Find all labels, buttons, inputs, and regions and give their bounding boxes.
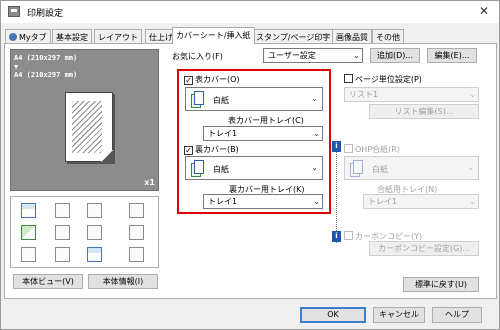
paper-type-icon [191, 160, 205, 177]
box-icon[interactable] [87, 247, 102, 262]
info-icon: i [332, 231, 341, 242]
title-bar: 印刷設定 ✕ [1, 1, 499, 23]
printer-icon [8, 6, 20, 17]
print-settings-dialog: 印刷設定 ✕ Myタブ 基本設定 レイアウト 仕上げ カバーシート/挿入紙 スタ… [0, 0, 500, 330]
paper-type-icon [191, 91, 205, 108]
tab-stamp[interactable]: スタンプ/ページ印字 [252, 29, 335, 43]
tab-mytab[interactable]: Myタブ [5, 29, 51, 43]
combine-icon[interactable] [55, 203, 70, 218]
stamp-icon[interactable] [87, 225, 102, 240]
back-cover-checkbox[interactable]: ✓ 裏カバー(B) [184, 144, 239, 155]
preview-page-fold [101, 150, 113, 162]
info-icon: i [332, 141, 341, 152]
preview-arrow: ▼ [14, 63, 19, 71]
settings-icon[interactable] [129, 247, 144, 262]
help-button[interactable]: ヘルプ [432, 307, 482, 323]
chevron-down-icon: ⌄ [469, 197, 476, 206]
ohp-tray-select[interactable]: トレイ1 ⌄ [363, 194, 479, 209]
back-cover-tray: トレイ1 [208, 197, 238, 206]
preview-page-content [72, 101, 102, 153]
group-connector-line [336, 143, 337, 243]
edit-favorite-button[interactable]: 編集(E)... [427, 48, 477, 63]
add-favorite-button[interactable]: 追加(D)... [370, 48, 420, 63]
tab-image-quality[interactable]: 画像品質 [332, 29, 372, 43]
cover-icon[interactable] [21, 225, 36, 240]
tab-cover-insert[interactable]: カバーシート/挿入紙 [172, 27, 255, 44]
device-view-button[interactable]: 本体ビュー(V) [13, 274, 83, 289]
checkbox-unchecked-icon [344, 231, 353, 240]
favorites-value: ユーザー設定 [268, 51, 316, 60]
favorites-label: お気に入り(F) [172, 52, 223, 61]
back-cover-label: 裏カバー(B) [195, 145, 239, 154]
chevron-down-icon: ⌄ [313, 197, 320, 206]
checkbox-checked-icon: ✓ [184, 146, 193, 155]
ohp-paper-select[interactable]: 白紙 ⌄ [344, 156, 479, 180]
preview-page [65, 92, 113, 162]
staple-icon[interactable] [129, 203, 144, 218]
front-cover-label: 表カバー(O) [195, 75, 240, 84]
tab-layout[interactable]: レイアウト [94, 29, 142, 43]
restore-defaults-button[interactable]: 標準に戻す(U) [403, 277, 479, 292]
checkbox-unchecked-icon [344, 144, 353, 153]
device-info-button[interactable]: 本体情報(I) [88, 274, 158, 289]
ohp-interleave-checkbox[interactable]: OHP合紙(R) [344, 144, 400, 155]
per-page-list-select[interactable]: リスト1 ⌄ [344, 87, 479, 102]
checkbox-unchecked-icon [344, 74, 353, 83]
user-auth-icon[interactable] [55, 247, 70, 262]
preview-copies: x1 [144, 178, 155, 187]
back-cover-paper: 白紙 [213, 165, 229, 174]
chevron-down-icon: ⌄ [313, 129, 320, 138]
user-icon [9, 33, 17, 41]
booklet-icon[interactable] [87, 203, 102, 218]
tab-basic[interactable]: 基本設定 [52, 29, 92, 43]
paper-type-icon [350, 160, 364, 177]
front-cover-tray-label: 表カバー用トレイ(C) [228, 116, 304, 125]
front-cover-tray: トレイ1 [208, 129, 238, 138]
favorites-select[interactable]: ユーザー設定 ⌄ [263, 48, 363, 63]
ohp-paper: 白紙 [372, 165, 388, 174]
window-title: 印刷設定 [27, 9, 64, 19]
carbon-copy-settings-button[interactable]: カーボンコピー設定(G)... [369, 241, 479, 256]
print-preview: A4 (210x297 mm) ▼ A4 (210x297 mm) x1 [10, 49, 159, 191]
front-cover-checkbox[interactable]: ✓ 表カバー(O) [184, 74, 240, 85]
quality-icon[interactable] [21, 247, 36, 262]
ok-button[interactable]: OK [300, 307, 366, 323]
close-button[interactable]: ✕ [479, 4, 489, 18]
front-cover-tray-select[interactable]: トレイ1 ⌄ [203, 126, 323, 141]
watermark-icon[interactable] [129, 225, 144, 240]
ohp-interleave-label: OHP合紙(R) [355, 145, 400, 154]
front-cover-paper: 白紙 [213, 96, 229, 105]
chevron-down-icon: ⌄ [353, 51, 360, 60]
edit-list-button[interactable]: リスト編集(S)... [369, 104, 479, 119]
preview-output-size: A4 (210x297 mm) [14, 54, 78, 62]
duplex-icon[interactable] [21, 203, 36, 218]
chevron-down-icon: ⌄ [311, 163, 318, 172]
carbon-copy-label: カーボンコピー(Y) [355, 232, 423, 241]
back-cover-tray-select[interactable]: トレイ1 ⌄ [203, 194, 323, 209]
checkbox-checked-icon: ✓ [184, 76, 193, 85]
tab-mytab-label: Myタブ [19, 33, 47, 42]
chevron-down-icon: ⌄ [469, 90, 476, 99]
per-page-setting-label: ページ単位設定(P) [355, 75, 422, 84]
cancel-button[interactable]: キャンセル [373, 307, 425, 323]
back-cover-paper-select[interactable]: 白紙 ⌄ [185, 156, 323, 180]
insert-icon[interactable] [55, 225, 70, 240]
per-page-list: リスト1 [349, 90, 379, 99]
front-cover-paper-select[interactable]: 白紙 ⌄ [185, 87, 323, 111]
chevron-down-icon: ⌄ [311, 94, 318, 103]
per-page-setting-checkbox[interactable]: ページ単位設定(P) [344, 74, 422, 85]
tab-other[interactable]: その他 [372, 29, 404, 43]
preview-paper-size: A4 (210x297 mm) [14, 71, 78, 79]
ohp-tray: トレイ1 [368, 197, 398, 206]
chevron-down-icon: ⌄ [467, 163, 474, 172]
function-icons-panel [10, 196, 159, 268]
